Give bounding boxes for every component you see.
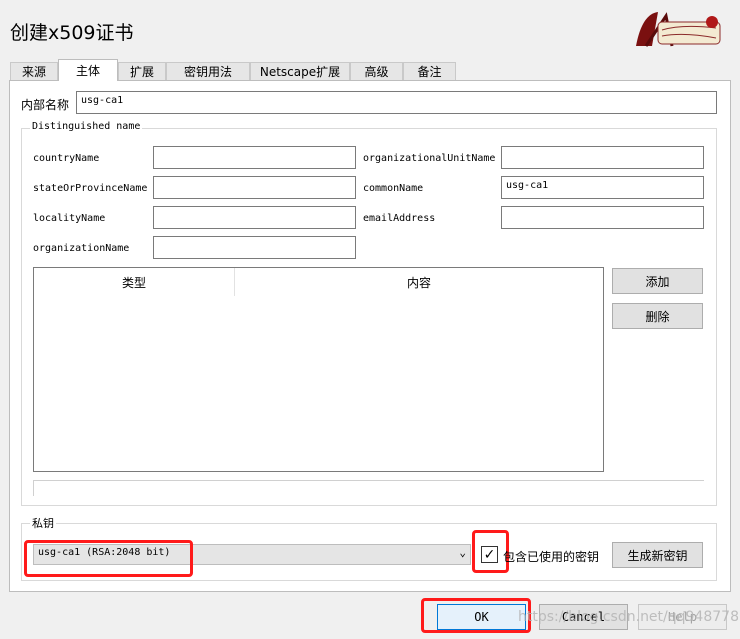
column-header-label: 类型 bbox=[121, 275, 146, 290]
generate-key-button[interactable]: 生成新密钥 bbox=[612, 542, 703, 568]
divider bbox=[33, 480, 34, 496]
tab-label: 来源 bbox=[21, 65, 46, 79]
state-input[interactable] bbox=[153, 176, 356, 199]
email-input[interactable] bbox=[501, 206, 704, 229]
column-header-content[interactable]: 内容 bbox=[235, 268, 603, 296]
include-used-label: 包含已使用的密钥 bbox=[503, 550, 600, 564]
highlight-ok bbox=[421, 598, 531, 633]
tab-label: 密钥用法 bbox=[183, 65, 232, 79]
distinguished-name-title: Distinguished name bbox=[30, 121, 143, 132]
chevron-down-icon: ⌄ bbox=[459, 546, 466, 559]
common-name-input[interactable]: usg-ca1 bbox=[501, 176, 704, 199]
organization-label: organizationName bbox=[33, 243, 130, 254]
dn-entries-table[interactable]: 类型 内容 bbox=[33, 267, 604, 472]
app-logo bbox=[636, 12, 721, 47]
column-header-type[interactable]: 类型 bbox=[34, 268, 235, 296]
tab-label: 扩展 bbox=[129, 65, 154, 79]
tab-extensions[interactable]: 扩展 bbox=[118, 62, 166, 80]
watermark: https://blog.csdn.net/qq948778360 bbox=[518, 609, 740, 625]
country-name-label: countryName bbox=[33, 153, 100, 164]
tab-netscape[interactable]: Netscape扩展 bbox=[250, 62, 350, 80]
divider bbox=[33, 480, 704, 481]
tab-label: 高级 bbox=[364, 65, 389, 79]
column-header-label: 内容 bbox=[406, 275, 431, 290]
internal-name-input[interactable]: usg-ca1 bbox=[76, 91, 717, 114]
locality-label: localityName bbox=[33, 213, 106, 224]
email-label: emailAddress bbox=[363, 213, 436, 224]
org-unit-label: organizationalUnitName bbox=[363, 153, 496, 164]
internal-name-label: 内部名称 bbox=[21, 98, 70, 112]
state-label: stateOrProvinceName bbox=[33, 183, 148, 194]
tab-label: Netscape扩展 bbox=[259, 65, 341, 79]
add-button[interactable]: 添加 bbox=[612, 268, 703, 294]
tab-advanced[interactable]: 高级 bbox=[350, 62, 403, 80]
highlight-private-key bbox=[24, 540, 193, 577]
private-key-title: 私钥 bbox=[30, 515, 56, 531]
locality-input[interactable] bbox=[153, 206, 356, 229]
tab-label: 备注 bbox=[417, 65, 442, 79]
common-name-label: commonName bbox=[363, 183, 424, 194]
organization-input[interactable] bbox=[153, 236, 356, 259]
tab-key-usage[interactable]: 密钥用法 bbox=[166, 62, 250, 80]
delete-button[interactable]: 删除 bbox=[612, 303, 703, 329]
country-name-input[interactable] bbox=[153, 146, 356, 169]
tab-comment[interactable]: 备注 bbox=[403, 62, 456, 80]
tab-subject[interactable]: 主体 bbox=[58, 59, 118, 81]
window-title: 创建x509证书 bbox=[10, 22, 134, 44]
tab-label: 主体 bbox=[75, 64, 100, 78]
org-unit-input[interactable] bbox=[501, 146, 704, 169]
tab-source[interactable]: 来源 bbox=[10, 62, 58, 80]
